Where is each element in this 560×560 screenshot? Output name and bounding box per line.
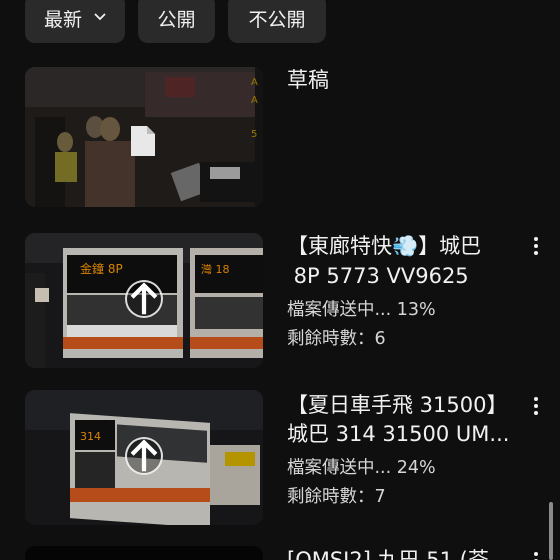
upload-remaining-time: 剩餘時數：6 <box>287 329 386 349</box>
more-vert-icon[interactable] <box>527 546 545 560</box>
upload-status: 檔案傳送中... 13% <box>287 300 436 320</box>
sort-dropdown-chip[interactable]: 最新 <box>25 0 125 43</box>
private-filter-chip[interactable]: 不公開 <box>228 0 326 43</box>
public-label: 公開 <box>157 9 196 31</box>
video-title-draft[interactable]: 草稿 <box>287 66 329 95</box>
filter-chip-bar: 最新 公開 不公開 <box>0 0 560 44</box>
video-title-line2[interactable]: 8P 5773 VV9625 <box>287 262 469 291</box>
chevron-down-icon <box>94 10 106 25</box>
video-title-line1[interactable]: 【夏日車手飛 31500】 <box>287 391 507 420</box>
more-vert-icon[interactable] <box>527 231 545 261</box>
video-thumbnail-draft[interactable]: A A 5 <box>25 67 263 207</box>
public-filter-chip[interactable]: 公開 <box>138 0 215 43</box>
document-icon <box>131 126 155 156</box>
more-vert-icon[interactable] <box>527 391 545 421</box>
scrollbar[interactable] <box>549 502 553 560</box>
video-title-line1[interactable]: [OMSI2] 九巴 51 (荃 <box>287 546 489 560</box>
video-thumbnail-314[interactable]: 314 <box>25 390 263 525</box>
upload-arrow-icon <box>125 437 163 475</box>
upload-remaining-time: 剩餘時數：7 <box>287 487 386 507</box>
upload-arrow-icon <box>125 280 163 318</box>
private-label: 不公開 <box>248 9 306 31</box>
video-title-line2[interactable]: 城巴 314 31500 UM... <box>287 420 509 449</box>
video-thumbnail-omsi[interactable] <box>25 546 263 560</box>
upload-status: 檔案傳送中... 24% <box>287 458 436 478</box>
video-thumbnail-8p[interactable]: 金鐘 8P 灣 18 <box>25 233 263 368</box>
video-title-line1[interactable]: 【東廊特快💨】城巴 <box>287 232 481 261</box>
sort-label: 最新 <box>43 9 82 31</box>
